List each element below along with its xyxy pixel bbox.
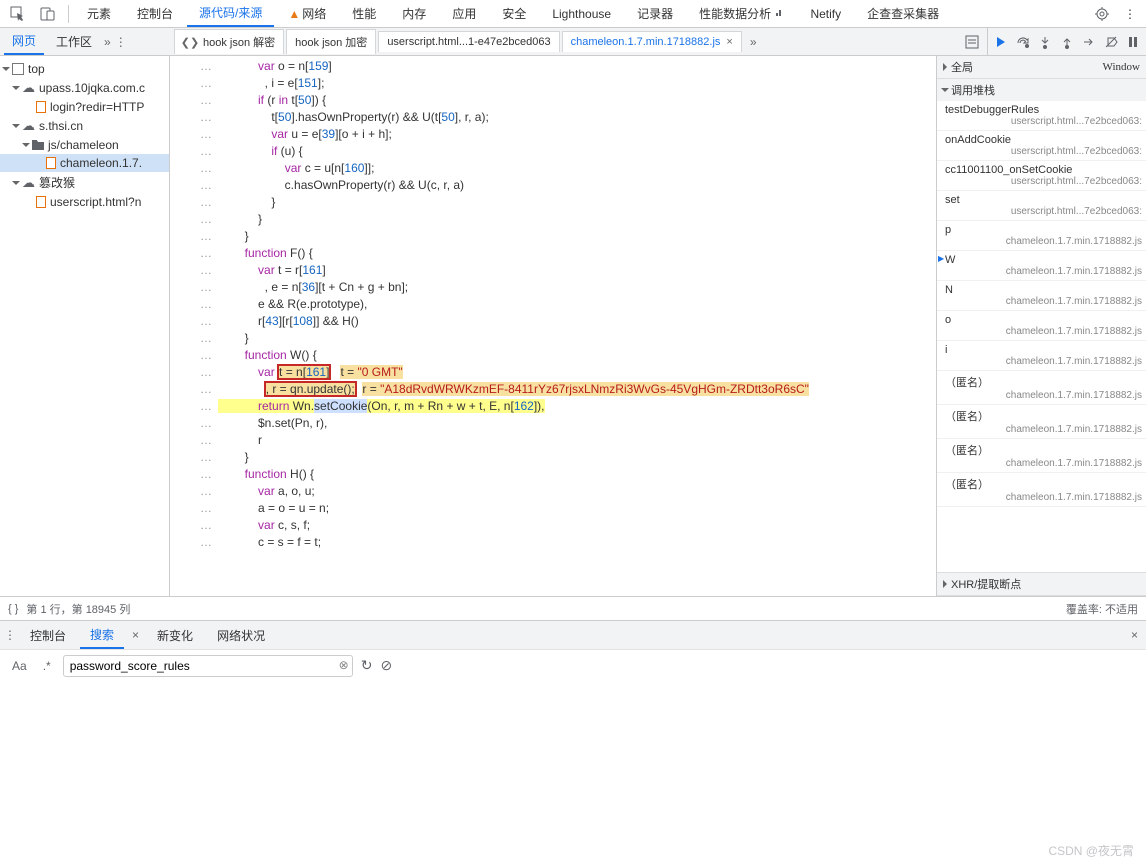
callstack-frame[interactable]: cc11001100_onSetCookieuserscript.html...… (937, 161, 1146, 191)
resume-icon[interactable] (994, 35, 1008, 49)
tree-file-login[interactable]: login?redir=HTTP (0, 98, 169, 116)
debugger-sidepanel: 全局Window 调用堆栈 testDebuggerRulesuserscrip… (936, 56, 1146, 596)
search-row: Aa .* ⊗ ↻ ⊘ (0, 649, 1146, 681)
callstack-list: testDebuggerRulesuserscript.html...7e2bc… (937, 101, 1146, 507)
tab-perf-insight[interactable]: 性能数据分析 (687, 1, 796, 26)
subtab-menu-icon[interactable]: ⋮ (115, 35, 127, 49)
callstack-frame[interactable]: Wchameleon.1.7.min.1718882.js (937, 251, 1146, 281)
more-icon[interactable]: ⋮ (1118, 3, 1142, 25)
callstack-frame[interactable]: pchameleon.1.7.min.1718882.js (937, 221, 1146, 251)
reader-mode-icon[interactable] (965, 35, 979, 49)
format-icon[interactable]: { } (8, 603, 18, 615)
devtools-tabbar: 元素 控制台 源代码/来源 ▲网络 性能 内存 应用 安全 Lighthouse… (0, 0, 1146, 28)
tab-application[interactable]: 应用 (440, 1, 488, 26)
drawer-menu-icon[interactable]: ⋮ (4, 628, 16, 642)
debugger-toolbar (987, 28, 1146, 55)
cloud-icon: ☁ (22, 80, 35, 96)
tab-netify[interactable]: Netify (798, 3, 853, 25)
tab-elements[interactable]: 元素 (75, 1, 123, 26)
drawer-tab-changes[interactable]: 新变化 (147, 623, 203, 648)
tab-performance[interactable]: 性能 (340, 1, 388, 26)
callstack-frame[interactable]: setuserscript.html...7e2bced063: (937, 191, 1146, 221)
drawer: ⋮ 控制台 搜索 × 新变化 网络状况 × Aa .* ⊗ ↻ ⊘ (0, 620, 1146, 681)
drawer-close-icon[interactable]: × (1127, 628, 1142, 642)
subtab-workspace[interactable]: 工作区 (48, 29, 100, 54)
callstack-frame[interactable]: ochameleon.1.7.min.1718882.js (937, 311, 1146, 341)
subtab-more-icon[interactable]: » (104, 35, 111, 49)
tab-lighthouse[interactable]: Lighthouse (540, 3, 623, 25)
editor-file-tabs: ❮❯hook json 解密 hook json 加密 userscript.h… (170, 29, 987, 54)
tree-domain-2[interactable]: ☁s.thsi.cn (0, 116, 169, 136)
scope-global-head[interactable]: 全局Window (937, 56, 1146, 78)
settings-icon[interactable] (1088, 2, 1116, 26)
coverage-label: 覆盖率: 不适用 (1066, 601, 1138, 617)
drawer-tab-search[interactable]: 搜索 (80, 622, 124, 649)
pause-exceptions-icon[interactable] (1126, 35, 1140, 49)
callstack-frame[interactable]: （匿名）chameleon.1.7.min.1718882.js (937, 405, 1146, 439)
tab-recorder[interactable]: 记录器 (625, 1, 685, 26)
file-icon (36, 101, 46, 113)
code-editor[interactable]: …………………………………………………………………………… var o = n[… (170, 56, 936, 596)
sources-main: top ☁upass.10jqka.com.c login?redir=HTTP… (0, 56, 1146, 596)
callstack-frame[interactable]: Nchameleon.1.7.min.1718882.js (937, 281, 1146, 311)
tab-network[interactable]: ▲网络 (276, 1, 338, 26)
folder-icon (32, 140, 44, 150)
device-toggle-icon[interactable] (34, 2, 62, 26)
deactivate-breakpoints-icon[interactable] (1104, 35, 1118, 49)
tab-security[interactable]: 安全 (490, 1, 538, 26)
search-input[interactable] (63, 655, 353, 677)
code-body: var o = n[159] , i = e[151]; if (r in t[… (218, 56, 936, 596)
file-icon (36, 196, 46, 208)
tree-folder-js[interactable]: js/chameleon (0, 136, 169, 154)
tree-file-chameleon[interactable]: chameleon.1.7. (0, 154, 169, 172)
tab-console[interactable]: 控制台 (125, 1, 185, 26)
xhr-breakpoints-head[interactable]: XHR/提取断点 (937, 573, 1146, 595)
callstack-frame[interactable]: ichameleon.1.7.min.1718882.js (937, 341, 1146, 371)
tree-file-userscript[interactable]: userscript.html?n (0, 193, 169, 211)
tab-sources[interactable]: 源代码/来源 (187, 0, 274, 27)
cancel-search-icon[interactable]: ⊘ (380, 657, 392, 674)
filetab-2[interactable]: hook json 加密 (286, 29, 376, 54)
clear-icon[interactable]: ⊗ (339, 658, 349, 672)
callstack-frame[interactable]: （匿名）chameleon.1.7.min.1718882.js (937, 371, 1146, 405)
watermark: CSDN @夜无霄 (1048, 842, 1134, 859)
sources-subbar: 网页 工作区 » ⋮ ❮❯hook json 解密 hook json 加密 u… (0, 28, 1146, 56)
window-icon (12, 63, 24, 75)
filetab-overflow-icon[interactable]: » (744, 35, 763, 49)
close-search-icon[interactable]: × (128, 628, 143, 642)
filetab-1[interactable]: ❮❯hook json 解密 (174, 29, 284, 54)
tree-domain-3[interactable]: ☁篡改猴 (0, 172, 169, 193)
filetab-3[interactable]: userscript.html...1-e47e2bced063 (378, 31, 559, 52)
gutter: …………………………………………………………………………… (170, 56, 218, 596)
step-icon[interactable] (1082, 35, 1096, 49)
subtab-page[interactable]: 网页 (4, 28, 44, 55)
step-out-icon[interactable] (1060, 35, 1074, 49)
cursor-position: 第 1 行，第 18945 列 (26, 601, 130, 617)
tab-memory[interactable]: 内存 (390, 1, 438, 26)
drawer-tab-netlog[interactable]: 网络状况 (207, 623, 275, 648)
regex-icon[interactable]: .* (39, 657, 55, 675)
cloud-icon: ☁ (22, 175, 35, 191)
match-case-icon[interactable]: Aa (8, 657, 31, 675)
file-icon (46, 157, 56, 169)
inspect-icon[interactable] (4, 2, 32, 26)
callstack-frame[interactable]: （匿名）chameleon.1.7.min.1718882.js (937, 473, 1146, 507)
tree-domain-1[interactable]: ☁upass.10jqka.com.c (0, 78, 169, 98)
step-over-icon[interactable] (1016, 35, 1030, 49)
snippet-icon: ❮❯ (183, 35, 197, 49)
refresh-icon[interactable]: ↻ (361, 657, 373, 674)
callstack-head[interactable]: 调用堆栈 (937, 79, 1146, 101)
drawer-tab-console[interactable]: 控制台 (20, 623, 76, 648)
callstack-frame[interactable]: onAddCookieuserscript.html...7e2bced063: (937, 131, 1146, 161)
callstack-frame[interactable]: testDebuggerRulesuserscript.html...7e2bc… (937, 101, 1146, 131)
callstack-frame[interactable]: （匿名）chameleon.1.7.min.1718882.js (937, 439, 1146, 473)
step-into-icon[interactable] (1038, 35, 1052, 49)
page-tree: top ☁upass.10jqka.com.c login?redir=HTTP… (0, 56, 170, 596)
close-icon[interactable]: × (726, 36, 732, 48)
tab-qcc[interactable]: 企查查采集器 (855, 1, 951, 26)
cloud-icon: ☁ (22, 118, 35, 134)
filetab-4[interactable]: chameleon.1.7.min.1718882.js× (562, 31, 742, 52)
tree-top[interactable]: top (0, 60, 169, 78)
editor-statusbar: { } 第 1 行，第 18945 列 覆盖率: 不适用 (0, 596, 1146, 620)
